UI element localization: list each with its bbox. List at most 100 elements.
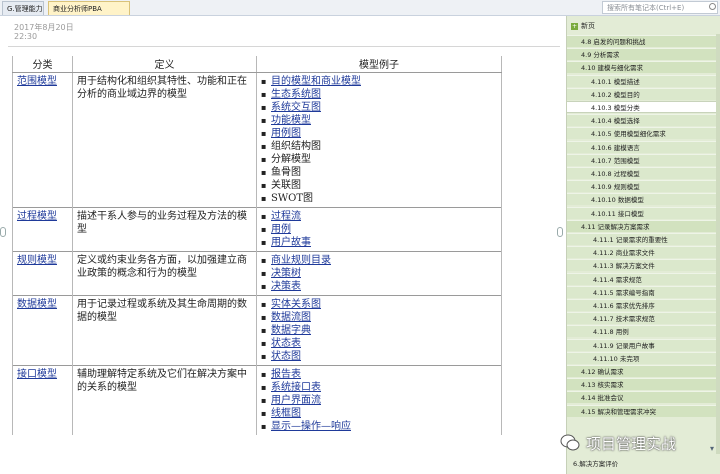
list-item: 状态图: [261, 350, 497, 363]
watermark-text: 项目管理实战: [586, 434, 677, 453]
definition-cell: 定义或约束业务各方面，以加强建立商业政策的概念和行为的模型: [72, 250, 257, 295]
resize-handle-right[interactable]: [557, 227, 563, 237]
definition-cell: 用于记录过程或系统及其生命周期的数据的模型: [72, 294, 257, 365]
example-link[interactable]: 用户故事: [271, 237, 311, 248]
table-row: 数据模型 用于记录过程或系统及其生命周期的数据的模型 实体关系图数据流图数据字典状态…: [12, 294, 502, 365]
example-link[interactable]: 过程流: [271, 211, 301, 222]
sidebar-item[interactable]: 4.11.1 记录需求的重要性: [567, 233, 720, 245]
list-item: 决策树: [261, 267, 497, 280]
example-link[interactable]: 数据流图: [271, 312, 311, 323]
category-cell: 接口模型: [12, 364, 73, 435]
list-item: 生态系统图: [261, 88, 497, 101]
resize-handle-left[interactable]: [0, 227, 6, 237]
category-link[interactable]: 过程模型: [17, 211, 57, 222]
sidebar-item[interactable]: 4.11.6 需求优先排序: [567, 299, 720, 311]
category-link[interactable]: 数据模型: [17, 299, 57, 310]
example-link[interactable]: 生态系统图: [271, 89, 321, 100]
list-item: 组织结构图: [261, 140, 497, 153]
list-item: 状态表: [261, 337, 497, 350]
plus-icon: +: [571, 23, 578, 30]
example-link[interactable]: 决策表: [271, 281, 301, 292]
table-row: 规则模型定义或约束业务各方面，以加强建立商业政策的概念和行为的模型商业规则目录决…: [12, 250, 502, 295]
example-link[interactable]: 功能模型: [271, 115, 311, 126]
sidebar-item[interactable]: 4.14 批准会议: [567, 391, 720, 404]
header-definition: 定义: [72, 56, 257, 73]
example-link[interactable]: 决策树: [271, 268, 301, 279]
examples-list: 商业规则目录决策树决策表: [261, 254, 497, 293]
sidebar-item[interactable]: 4.10.4 模型选择: [567, 114, 720, 127]
example-link[interactable]: 状态表: [271, 338, 301, 349]
sidebar-item[interactable]: 4.10.10 数据模型: [567, 193, 720, 206]
examples-list: 报告表系统接口表用户界面流线框图显示—操作—响应: [261, 368, 497, 433]
sidebar-item[interactable]: 4.11.2 商业需求文件: [567, 246, 720, 259]
sidebar-item[interactable]: 4.9 分析需求: [567, 48, 720, 61]
list-item: 线框图: [261, 407, 497, 420]
search-icon[interactable]: [709, 3, 716, 10]
example-link[interactable]: 报告表: [271, 369, 301, 380]
example-link[interactable]: 用户界面流: [271, 395, 321, 406]
list-item: 功能模型: [261, 114, 497, 127]
search-input[interactable]: 搜索所有笔记本(Ctrl+E): [602, 1, 718, 14]
sidebar-item[interactable]: 4.10.2 模型目的: [567, 87, 720, 100]
example-link[interactable]: 线框图: [271, 408, 301, 419]
sidebar-item[interactable]: 4.13 核实需求: [567, 378, 720, 391]
sidebar-item[interactable]: 4.8 启发的问题和挑战: [567, 35, 720, 47]
example-text: 鱼骨图: [271, 166, 301, 178]
example-link[interactable]: 实体关系图: [271, 299, 321, 310]
tab-section[interactable]: 商业分析师PBA: [48, 1, 130, 15]
list-item: 分解模型: [261, 153, 497, 166]
sidebar-item[interactable]: 4.11.7 技术需求规范: [567, 312, 720, 325]
sidebar-item[interactable]: 4.10.7 范围模型: [567, 153, 720, 166]
sidebar-item[interactable]: 4.10.9 规则模型: [567, 180, 720, 193]
sidebar-item[interactable]: 4.10.5 使用模型细化需求: [567, 127, 720, 140]
model-table: 分类 定义 模型例子 范围模型 用于结构化和组织其特性、功能和正在分析的商业域边界…: [12, 56, 502, 435]
sidebar-item[interactable]: 4.11.10 未完项: [567, 351, 720, 364]
example-link[interactable]: 系统接口表: [271, 382, 321, 393]
sidebar-item[interactable]: 4.12 确认需求: [567, 365, 720, 377]
example-link[interactable]: 系统交互图: [271, 102, 321, 113]
sidebar-item[interactable]: 4.11.4 需求规范: [567, 272, 720, 285]
sidebar-item[interactable]: 4.11.3 解决方案文件: [567, 259, 720, 272]
list-item: 用例: [261, 223, 497, 236]
sidebar-item[interactable]: 4.11.8 用例: [567, 325, 720, 338]
header-category: 分类: [12, 56, 73, 73]
sidebar-item[interactable]: 4.10 建模与细化需求: [567, 61, 720, 74]
sidebar-item[interactable]: 4.10.8 过程模型: [567, 167, 720, 179]
table-row: 过程模型 描述干系人参与的业务过程及方法的模型 过程流用例用户故事: [12, 206, 502, 251]
scroll-down-icon[interactable]: ▾: [710, 444, 714, 453]
table-header-row: 分类 定义 模型例子: [12, 56, 502, 73]
new-page-label: 新页: [581, 22, 595, 30]
category-link[interactable]: 接口模型: [17, 369, 57, 380]
list-item: 实体关系图: [261, 298, 497, 311]
note-time: 22:30: [14, 32, 38, 41]
sidebar-item[interactable]: 4.15 解决和管理需求冲突: [567, 404, 720, 417]
example-link[interactable]: 用例图: [271, 128, 301, 139]
example-link[interactable]: 用例: [271, 224, 291, 235]
example-link[interactable]: 数据字典: [271, 325, 311, 336]
sidebar-item[interactable]: 4.11.5 需求编号指南: [567, 285, 720, 298]
title-divider: [8, 46, 560, 47]
sidebar-item[interactable]: 4.10.6 建模语言: [567, 140, 720, 153]
list-item: 用户故事: [261, 236, 497, 249]
list-item: 商业规则目录: [261, 254, 497, 267]
sidebar-item[interactable]: 4.11 记录解决方案需求: [567, 219, 720, 232]
definition-cell: 描述干系人参与的业务过程及方法的模型: [72, 206, 257, 251]
sidebar-scrollbar[interactable]: [716, 34, 720, 454]
example-link[interactable]: 显示—操作—响应: [271, 421, 351, 432]
sidebar-item-solution-evaluation[interactable]: 6.解决方案评价: [567, 458, 720, 470]
examples-list: 目的模型和商业模型生态系统图系统交互图功能模型用例图组织结构图分解模型鱼骨图关联…: [261, 75, 497, 205]
definition-cell: 辅助理解特定系统及它们在解决方案中的关系的模型: [72, 364, 257, 435]
sidebar-item[interactable]: 4.10.11 接口模型: [567, 206, 720, 219]
sidebar-item[interactable]: 4.11.9 记录用户故事: [567, 338, 720, 351]
new-page-button[interactable]: + 新页: [567, 20, 720, 33]
example-link[interactable]: 商业规则目录: [271, 255, 331, 266]
tab-notebook[interactable]: G.管理能力: [2, 1, 44, 15]
category-link[interactable]: 规则模型: [17, 255, 57, 266]
table-row: 接口模型辅助理解特定系统及它们在解决方案中的关系的模型报告表系统接口表用户界面流…: [12, 364, 502, 435]
example-link[interactable]: 目的模型和商业模型: [271, 76, 361, 87]
category-link[interactable]: 范围模型: [17, 76, 57, 87]
example-link[interactable]: 状态图: [271, 351, 301, 362]
sidebar-item[interactable]: 4.10.3 模型分类: [567, 101, 720, 113]
list-item: 鱼骨图: [261, 166, 497, 179]
sidebar-item[interactable]: 4.10.1 模型描述: [567, 74, 720, 87]
